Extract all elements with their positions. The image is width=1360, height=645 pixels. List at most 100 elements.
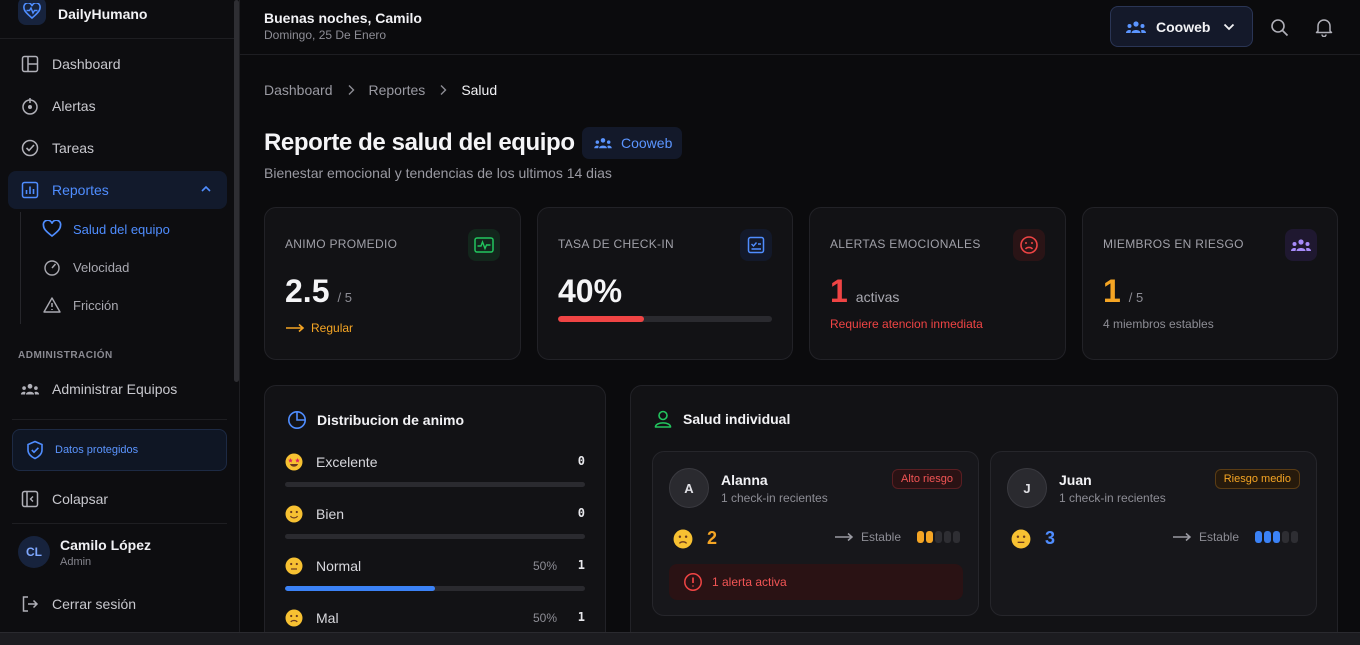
mood-score: 2 [707, 528, 718, 548]
level-dot [1255, 531, 1262, 543]
chevron-down-icon [1222, 20, 1236, 34]
mood-bar-fill [285, 586, 435, 591]
bell-icon[interactable] [1314, 17, 1334, 37]
mood-row-bien: Bien 0 [285, 504, 585, 539]
mood-level-dots [1255, 531, 1298, 543]
sidebar-item-label: Tareas [52, 140, 95, 156]
mood-row-excelente: Excelente 0 [285, 452, 585, 487]
stat-card-mood: ANIMO PROMEDIO 2.5 / 5 Regular [264, 207, 521, 360]
level-dot [1264, 531, 1271, 543]
stat-value: 1 activas [830, 273, 899, 310]
bar-chart-icon [20, 180, 40, 200]
stat-number: 1 [1103, 273, 1121, 309]
stat-value: 40% [558, 273, 623, 309]
user-icon [653, 410, 673, 428]
checkin-progress-bar [558, 316, 772, 322]
search-icon[interactable] [1269, 17, 1289, 37]
heart-icon [42, 219, 62, 239]
arrow-right-icon [285, 323, 305, 333]
person-name: Juan [1059, 472, 1092, 488]
person-alert[interactable]: 1 alerta activa [669, 564, 963, 600]
person-checkins: 1 check-in recientes [721, 491, 828, 505]
level-dot [1273, 531, 1280, 543]
mood-score: 3 [1045, 528, 1056, 548]
sad-face-icon [1013, 229, 1045, 261]
sidebar-item-label: Alertas [52, 98, 96, 114]
greeting: Buenas noches, Camilo [264, 10, 422, 26]
stat-suffix: / 5 [337, 290, 352, 305]
stat-suffix: activas [855, 289, 900, 305]
stat-label: ALERTAS EMOCIONALES [830, 237, 981, 251]
breadcrumb-reportes[interactable]: Reportes [369, 82, 426, 98]
level-dot [944, 531, 951, 543]
stat-card-checkin: TASA DE CHECK-IN 40% [537, 207, 793, 360]
sidebar-item-dashboard[interactable]: Dashboard [8, 45, 227, 83]
stat-value: 1 / 5 [1103, 273, 1143, 310]
stat-label: TASA DE CHECK-IN [558, 237, 674, 251]
stat-note-label: Regular [311, 321, 354, 335]
panel-title-label: Distribucion de animo [317, 412, 465, 428]
stat-number: 2.5 [285, 273, 330, 309]
logout-button[interactable]: Cerrar sesión [8, 585, 227, 623]
sidebar-scrollbar[interactable] [234, 0, 239, 382]
sidebar-item-admin-teams[interactable]: Administrar Equipos [8, 370, 227, 408]
stat-card-risk: MIEMBROS EN RIESGO 1 / 5 4 miembros estab… [1082, 207, 1338, 360]
mood-row-mal: Mal 50% 1 [285, 608, 585, 628]
stat-label: MIEMBROS EN RIESGO [1103, 237, 1244, 251]
person-card-alanna[interactable]: A Alanna 1 check-in recientes Alto riesg… [652, 451, 979, 616]
brand-logo-icon [18, 0, 46, 25]
individual-health-panel: Salud individual A Alanna 1 check-in rec… [630, 385, 1338, 645]
level-dot [953, 531, 960, 543]
team-selector-label: Cooweb [1156, 18, 1211, 35]
trend-label: Estable [860, 530, 901, 544]
submenu-rail [20, 212, 21, 324]
sidebar-subitem-salud[interactable]: Salud del equipo [42, 217, 170, 241]
user-profile[interactable]: CL Camilo López Admin [18, 536, 151, 568]
person-checkins: 1 check-in recientes [1059, 491, 1166, 505]
divider [12, 419, 227, 420]
person-card-juan[interactable]: J Juan 1 check-in recientes Riesgo medio… [990, 451, 1317, 616]
risk-badge: Alto riesgo [892, 469, 962, 489]
team-selector[interactable]: Cooweb [1110, 6, 1253, 47]
mood-label: Excelente [316, 454, 378, 470]
page-subtitle: Bienestar emocional y tendencias de los … [264, 165, 612, 181]
check-circle-icon [20, 138, 40, 158]
sidebar-item-tareas[interactable]: Tareas [8, 129, 227, 167]
sidebar-item-alertas[interactable]: Alertas [8, 87, 227, 125]
stat-card-alerts: ALERTAS EMOCIONALES 1 activas Requiere at… [809, 207, 1066, 360]
arrow-right-icon [1172, 532, 1192, 542]
section-label-admin: ADMINISTRACIÓN [18, 350, 113, 361]
sidebar-item-label: Dashboard [52, 56, 121, 72]
brand[interactable]: DailyHumano [0, 0, 239, 30]
logout-icon [20, 594, 40, 614]
users-icon [592, 136, 614, 150]
user-role: Admin [60, 555, 92, 568]
neutral-emoji-icon [1011, 529, 1031, 548]
pie-chart-icon [287, 410, 307, 430]
alert-label: 1 alerta activa [712, 575, 787, 589]
users-icon [20, 379, 40, 399]
collapse-button[interactable]: Colapsar [8, 480, 227, 518]
stat-note: 4 miembros estables [1103, 317, 1214, 331]
sidebar-subitem-friccion[interactable]: Fricción [42, 293, 119, 317]
page-title: Reporte de salud del equipo [264, 129, 575, 156]
chevron-up-icon[interactable] [199, 182, 213, 199]
os-taskbar [0, 632, 1360, 645]
breadcrumb-dashboard[interactable]: Dashboard [264, 82, 333, 98]
team-badge: Cooweb [582, 127, 683, 159]
sidebar-item-reportes[interactable]: Reportes [8, 171, 227, 209]
stat-label: ANIMO PROMEDIO [285, 237, 398, 251]
users-icon [1285, 229, 1317, 261]
sidebar-subitem-velocidad[interactable]: Velocidad [42, 255, 129, 279]
clipboard-check-icon [740, 229, 772, 261]
mood-count: 0 [577, 454, 585, 468]
smile-emoji-icon [285, 505, 303, 523]
sidebar-subitem-label: Fricción [73, 297, 119, 313]
neutral-emoji-icon [285, 557, 303, 575]
current-date: Domingo, 25 De Enero [264, 28, 387, 42]
sidebar-subitem-label: Salud del equipo [73, 221, 170, 237]
mood-bar [285, 534, 585, 539]
protected-data-badge[interactable]: Datos protegidos [12, 429, 227, 471]
alert-circle-icon [683, 572, 703, 592]
breadcrumb-salud: Salud [461, 82, 498, 98]
